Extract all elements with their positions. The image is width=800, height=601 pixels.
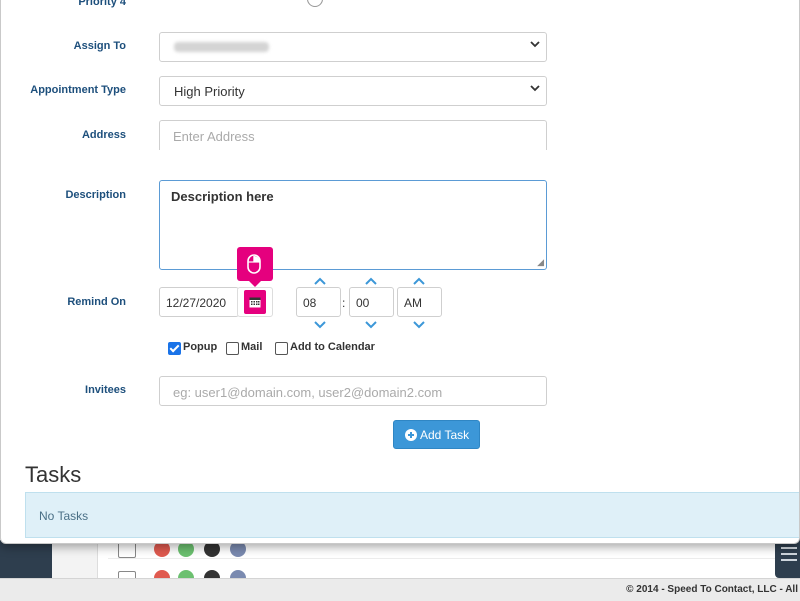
add-task-modal: Priority 4 Assign To Appointment Type Hi… (0, 0, 800, 544)
assign-to-value (174, 40, 269, 55)
chevron-up-icon[interactable] (362, 276, 380, 286)
plus-circle-icon (405, 429, 417, 441)
checkbox-unchecked[interactable] (275, 342, 288, 355)
hour-input[interactable]: 08 (296, 287, 341, 317)
appointment-type-select[interactable]: High Priority (159, 76, 547, 106)
address-placeholder: Enter Address (173, 129, 255, 144)
add-to-calendar-label: Add to Calendar (290, 341, 375, 353)
minute-input[interactable]: 00 (349, 287, 394, 317)
mail-label: Mail (241, 341, 263, 353)
add-task-button[interactable]: Add Task (393, 420, 480, 449)
assign-to-select[interactable] (159, 32, 547, 62)
tasks-heading: Tasks (25, 462, 82, 487)
invitees-label: Invitees (85, 384, 126, 396)
description-value: Description here (171, 189, 274, 204)
chevron-down-icon[interactable] (362, 320, 380, 330)
priority-radio[interactable] (307, 0, 323, 7)
appointment-type-label: Appointment Type (30, 84, 126, 96)
redacted-name (174, 42, 269, 52)
footer: © 2014 - Speed To Contact, LLC - All (0, 578, 800, 601)
address-label: Address (81, 129, 126, 141)
hour-value: 08 (303, 296, 317, 310)
invitees-input[interactable]: eg: user1@domain.com, user2@domain2.com (159, 376, 547, 406)
checkbox-checked[interactable] (168, 342, 181, 355)
checkbox-unchecked[interactable] (226, 342, 239, 355)
meridian-value: AM (404, 296, 422, 310)
calendar-button[interactable] (244, 290, 266, 314)
assign-to-label: Assign To (73, 40, 126, 52)
address-input[interactable]: Enter Address (159, 120, 547, 150)
footer-copyright: © 2014 - Speed To Contact, LLC - All (626, 584, 798, 595)
time-separator: : (342, 296, 346, 310)
remind-date-input[interactable]: 12/27/2020 (159, 287, 239, 317)
mouse-click-indicator (237, 247, 273, 287)
priority-label: Priority 4 (78, 0, 126, 8)
remind-date-value: 12/27/2020 (166, 296, 227, 310)
tasks-empty-box: No Tasks (25, 492, 799, 538)
chevron-down-icon (530, 83, 540, 96)
description-textarea[interactable]: Description here ◢ (159, 180, 547, 270)
chevron-up-icon[interactable] (311, 276, 329, 286)
tasks-empty-message: No Tasks (39, 509, 89, 523)
background-panel (52, 540, 98, 580)
remind-on-label: Remind On (67, 296, 126, 308)
minute-value: 00 (356, 296, 370, 310)
chevron-down-icon[interactable] (311, 320, 329, 330)
popup-label: Popup (183, 341, 218, 353)
chevron-down-icon (530, 39, 540, 52)
description-label: Description (65, 189, 126, 201)
row-checkbox (118, 542, 136, 558)
invitees-placeholder: eg: user1@domain.com, user2@domain2.com (173, 385, 443, 400)
add-task-label: Add Task (420, 428, 470, 442)
chevron-up-icon[interactable] (410, 276, 428, 286)
appointment-type-value: High Priority (174, 84, 245, 99)
meridian-input[interactable]: AM (397, 287, 442, 317)
resize-handle-icon[interactable]: ◢ (537, 257, 544, 268)
mouse-icon (247, 254, 261, 274)
calendar-icon (249, 297, 261, 308)
chevron-down-icon[interactable] (410, 320, 428, 330)
